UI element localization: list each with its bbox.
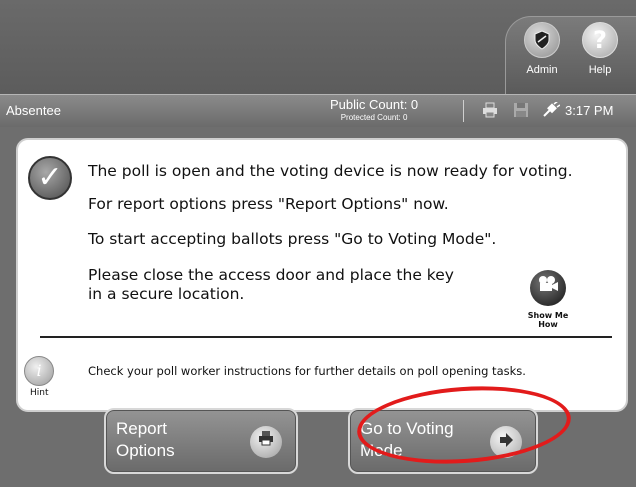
status-bar: Absentee Public Count: 0 Protected Count… <box>0 94 636 127</box>
voting-mode-instruction: To start accepting ballots press "Go to … <box>88 230 497 248</box>
ballot-counts: Public Count: 0 Protected Count: 0 <box>330 97 418 122</box>
go-to-voting-mode-label-line-1: Go to Voting <box>360 419 454 438</box>
secure-key-instruction: Please close the access door and place t… <box>88 266 454 304</box>
show-me-how-button[interactable]: Show Me How <box>518 270 578 329</box>
help-label: Help <box>588 64 612 76</box>
report-options-label-line-2: Options <box>116 441 175 460</box>
arrow-right-icon <box>490 426 522 458</box>
power-plug-icon <box>542 100 561 122</box>
help-button[interactable]: ? Help <box>574 22 626 76</box>
admin-button[interactable]: Admin <box>516 22 568 76</box>
protected-count: Protected Count: 0 <box>340 113 408 122</box>
checkmark-icon: ✓ <box>28 156 72 200</box>
show-me-how-label: Show Me How <box>527 311 569 329</box>
top-bar: Admin ? Help <box>0 0 636 95</box>
report-options-label-line-1: Report <box>116 419 168 438</box>
secure-key-line-2: in a secure location. <box>88 285 245 303</box>
clock: 3:17 PM <box>565 103 614 118</box>
hint-text: Check your poll worker instructions for … <box>88 364 526 378</box>
question-mark-icon: ? <box>582 22 618 58</box>
report-options-button[interactable]: Report Options <box>104 408 298 474</box>
status-divider <box>463 100 464 122</box>
screen: Admin ? Help Absentee Public Count: 0 Pr… <box>0 0 636 487</box>
report-options-instruction: For report options press "Report Options… <box>88 195 449 213</box>
public-count: Public Count: 0 <box>330 97 419 112</box>
go-to-voting-mode-label: Go to Voting Mode <box>360 418 454 462</box>
video-camera-icon <box>530 270 566 306</box>
go-to-voting-mode-button[interactable]: Go to Voting Mode <box>348 408 538 474</box>
voting-mode-label: Absentee <box>6 103 61 118</box>
shield-icon <box>524 22 560 58</box>
admin-label: Admin <box>526 64 558 76</box>
go-to-voting-mode-label-line-2: Mode <box>360 441 403 460</box>
secure-key-line-1: Please close the access door and place t… <box>88 266 454 284</box>
printer-icon <box>250 426 282 458</box>
poll-open-message: The poll is open and the voting device i… <box>88 162 573 180</box>
disk-icon <box>513 102 529 122</box>
report-options-label: Report Options <box>116 418 175 462</box>
hint-label: Hint <box>30 388 49 398</box>
printer-icon <box>482 102 498 122</box>
panel-divider <box>40 336 612 338</box>
info-icon[interactable]: i <box>24 356 54 386</box>
message-panel: ✓ The poll is open and the voting device… <box>16 138 628 412</box>
